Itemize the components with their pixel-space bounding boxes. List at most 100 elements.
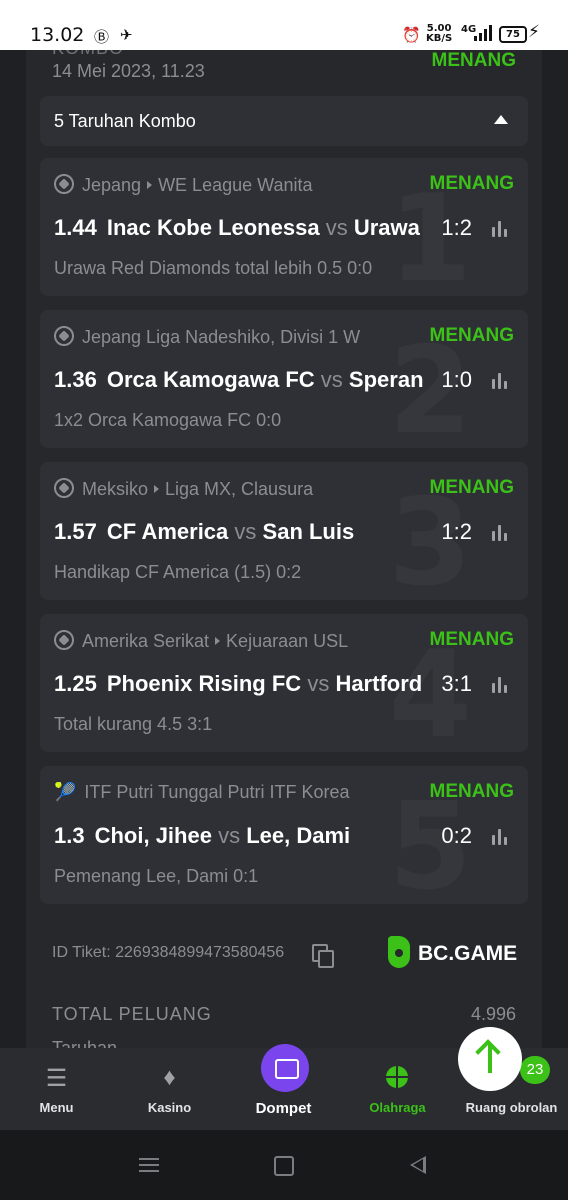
- bet-status: MENANG: [429, 325, 514, 346]
- bet-match: 1.57 CF America vs San Luis: [54, 519, 430, 545]
- home-team: Phoenix Rising FC: [106, 671, 302, 696]
- ticket-id: ID Tiket: 2269384899473580456: [52, 944, 285, 961]
- bet-market: Pemenang Lee, Dami 0:1: [54, 866, 259, 886]
- home-team: CF America: [106, 519, 229, 544]
- away-team: Speran: [348, 367, 424, 392]
- bar-chart-icon[interactable]: [492, 221, 510, 237]
- bet-country: Jepang: [82, 175, 142, 195]
- recent-apps-icon[interactable]: [139, 1158, 159, 1172]
- bet-odds: 1.36: [54, 367, 97, 392]
- nav-menu[interactable]: ☰ Menu: [0, 1048, 113, 1130]
- hamburger-icon: ☰: [45, 1065, 68, 1092]
- away-team: Hartford: [335, 671, 423, 696]
- nav-sports-label: Olahraga: [369, 1100, 426, 1115]
- chevron-right-icon: [154, 485, 160, 493]
- vs-label: vs: [307, 671, 330, 696]
- bet-match: 1.36 Orca Kamogawa FC vs Speran: [54, 367, 430, 393]
- battery-icon: 75: [499, 26, 527, 43]
- bet-country: ITF Putri Tunggal Putri ITF Korea: [84, 782, 350, 802]
- bet-market: Total kurang 4.5 3:1: [54, 714, 213, 734]
- nav-menu-label: Menu: [39, 1100, 74, 1115]
- nav-wallet-label: Dompet: [255, 1100, 312, 1117]
- bet-odds: 1.44: [54, 215, 97, 240]
- charging-icon: ⚡: [528, 22, 540, 42]
- bet-odds: 1.3: [54, 823, 85, 848]
- bar-chart-icon[interactable]: [492, 373, 510, 389]
- bet-country: Meksiko: [82, 479, 149, 499]
- bet-card: 3 Meksiko Liga MX, Clausura MENANG 1.57 CF…: [40, 462, 528, 600]
- match-score: 3:1: [441, 671, 472, 696]
- ticket-type-label: KOMBO: [52, 50, 124, 59]
- match-score: 1:2: [441, 519, 472, 544]
- bet-odds: 1.57: [54, 519, 97, 544]
- total-odds-label: TOTAL PELUANG: [52, 1004, 212, 1024]
- vs-label: vs: [218, 823, 241, 848]
- vs-label: vs: [320, 367, 343, 392]
- basketball-icon: [386, 1066, 408, 1088]
- nav-casino[interactable]: ♦ Kasino: [113, 1048, 226, 1130]
- brand-name: BC.GAME: [418, 942, 518, 965]
- bet-match: 1.44 Inac Kobe Leonessa vs Urawa: [54, 215, 430, 241]
- away-team: Lee, Dami: [246, 823, 351, 848]
- wallet-icon: [261, 1044, 309, 1092]
- bet-market: Urawa Red Diamonds total lebih 0.5 0:0: [54, 258, 373, 278]
- tennis-racket-icon: 🎾: [54, 782, 77, 802]
- nav-chat-label: Ruang obrolan: [465, 1100, 558, 1115]
- chat-badge: 23: [520, 1056, 550, 1084]
- home-team: Choi, Jihee: [94, 823, 212, 848]
- away-team: Urawa: [353, 215, 420, 240]
- nav-casino-label: Kasino: [147, 1100, 192, 1115]
- soccer-ball-icon: [54, 630, 74, 650]
- bet-card: 5 🎾 ITF Putri Tunggal Putri ITF Korea MEN…: [40, 766, 528, 904]
- copy-icon[interactable]: [312, 944, 334, 968]
- bet-status: MENANG: [429, 781, 514, 802]
- soccer-ball-icon: [54, 326, 74, 346]
- notification-app-icon: ✈: [120, 26, 133, 44]
- bet-odds: 1.25: [54, 671, 97, 696]
- scroll-top-button[interactable]: [458, 1027, 522, 1091]
- arrow-up-head: [475, 1039, 501, 1065]
- system-nav-bar: [0, 1130, 568, 1200]
- home-team: Inac Kobe Leonessa: [106, 215, 320, 240]
- collapse-icon[interactable]: [494, 115, 508, 124]
- match-score: 1:2: [441, 215, 472, 240]
- bet-match: 1.3 Choi, Jihee vs Lee, Dami: [54, 823, 430, 849]
- bet-league: 🎾 ITF Putri Tunggal Putri ITF Korea: [54, 782, 410, 803]
- bet-league: Amerika Serikat Kejuaraan USL: [54, 630, 410, 652]
- network-speed: 5.00 KB/S: [426, 24, 452, 44]
- bet-league: Jepang Liga Nadeshiko, Divisi 1 W: [54, 326, 410, 348]
- bet-league-name: Liga MX, Clausura: [165, 479, 314, 499]
- bet-league: Meksiko Liga MX, Clausura: [54, 478, 410, 500]
- status-bar: 13.02 Ⓑ ✈ ⏰ 5.00 KB/S 4G 75 ⚡: [0, 0, 568, 50]
- brand-logo: BC.GAME: [388, 936, 518, 970]
- ticket-panel: KOMBO 14 Mei 2023, 11.23 MENANG 5 Taruha…: [26, 50, 542, 1050]
- combo-title: 5 Taruhan Kombo: [54, 111, 196, 131]
- away-team: San Luis: [262, 519, 355, 544]
- bet-market: 1x2 Orca Kamogawa FC 0:0: [54, 410, 282, 430]
- bet-country: Amerika Serikat: [82, 631, 210, 651]
- chevron-right-icon: [147, 181, 153, 189]
- bet-country: Jepang Liga Nadeshiko, Divisi 1 W: [82, 327, 361, 347]
- home-icon[interactable]: [274, 1156, 294, 1176]
- bar-chart-icon[interactable]: [492, 829, 510, 845]
- ticket-status: MENANG: [431, 50, 516, 71]
- bet-league: Jepang WE League Wanita: [54, 174, 410, 196]
- bet-league-name: Kejuaraan USL: [226, 631, 349, 651]
- combo-header[interactable]: 5 Taruhan Kombo: [40, 96, 528, 146]
- soccer-ball-icon: [54, 478, 74, 498]
- bet-card: 4 Amerika Serikat Kejuaraan USL MENANG 1.…: [40, 614, 528, 752]
- soccer-ball-icon: [54, 174, 74, 194]
- back-icon[interactable]: [410, 1156, 426, 1174]
- match-score: 1:0: [441, 367, 472, 392]
- nav-sports[interactable]: Olahraga: [341, 1048, 454, 1130]
- chevron-right-icon: [215, 637, 221, 645]
- bar-chart-icon[interactable]: [492, 525, 510, 541]
- signal-icon: [474, 25, 492, 41]
- nav-wallet[interactable]: Dompet: [227, 1044, 340, 1130]
- bet-card: 1 Jepang WE League Wanita MENANG 1.44 Inac…: [40, 158, 528, 296]
- match-score: 0:2: [441, 823, 472, 848]
- bet-league-name: WE League Wanita: [158, 175, 313, 195]
- bet-match: 1.25 Phoenix Rising FC vs Hartford: [54, 671, 430, 697]
- bar-chart-icon[interactable]: [492, 677, 510, 693]
- casino-card-icon: ♦: [163, 1064, 176, 1091]
